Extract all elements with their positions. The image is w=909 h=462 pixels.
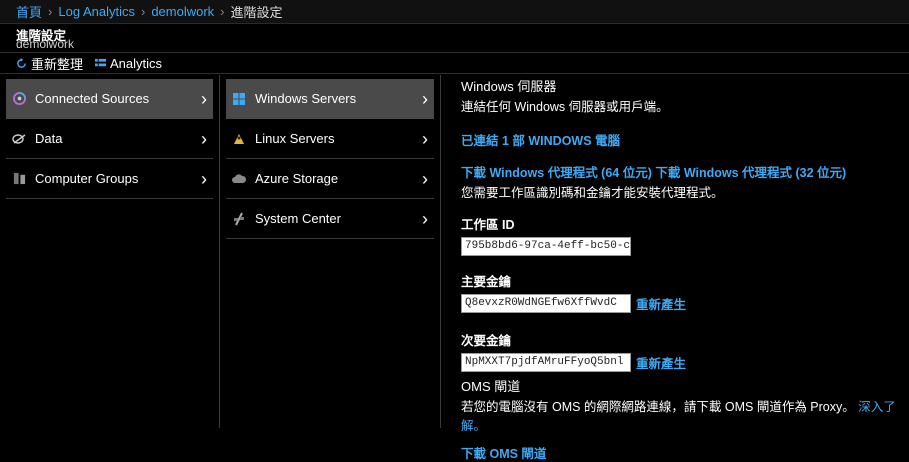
secondary-key-field[interactable]: NpMXXT7pjdfAMruFFyoQ5bnl (461, 353, 631, 372)
windows-icon (232, 92, 246, 106)
nav-item-data[interactable]: Data › (6, 119, 213, 159)
breadcrumb-separator: › (140, 4, 146, 19)
nav-item-label: Windows Servers (255, 91, 357, 106)
refresh-button[interactable]: 重新整理 (16, 54, 83, 73)
chevron-right-icon: › (422, 209, 428, 229)
oms-gateway-description: 若您的電腦沒有 OMS 的網際網路連線，請下載 OMS 閘道作為 Proxy。 … (461, 396, 901, 434)
breadcrumb-home[interactable]: 首頁 (16, 2, 42, 21)
linux-icon (232, 132, 246, 146)
breadcrumb-workspace[interactable]: demolwork (151, 4, 214, 19)
nav-item-label: Data (35, 131, 63, 146)
nav-item-label: System Center (255, 211, 341, 226)
nav-item-connected-sources[interactable]: Connected Sources › (6, 79, 213, 119)
refresh-icon (17, 57, 26, 68)
connected-computers-link[interactable]: 已連結 1 部 WINDOWS 電腦 (461, 134, 620, 148)
download-agent-64-link[interactable]: 下載 Windows 代理程式 (64 位元) (461, 166, 652, 180)
chevron-right-icon: › (422, 129, 428, 149)
analytics-icon (95, 58, 107, 66)
analytics-button[interactable]: Analytics (95, 56, 162, 71)
chevron-right-icon: › (201, 89, 207, 109)
nav-item-windows-servers[interactable]: Windows Servers › (226, 79, 434, 119)
data-icon (12, 132, 26, 146)
nav-item-azure-storage[interactable]: Azure Storage › (226, 159, 434, 199)
chevron-right-icon: › (201, 169, 207, 189)
page-subtitle: demolwork (16, 37, 75, 51)
breadcrumb: 首頁 › Log Analytics › demolwork › 進階設定 (0, 0, 909, 24)
detail-heading: Windows 伺服器 (461, 79, 557, 94)
breadcrumb-current: 進階設定 (230, 5, 283, 20)
regenerate-secondary-key-button[interactable]: 重新產生 (636, 353, 686, 372)
nav-item-label: Linux Servers (255, 131, 335, 146)
breadcrumb-log-analytics[interactable]: Log Analytics (58, 4, 135, 19)
nav-item-computer-groups[interactable]: Computer Groups › (6, 159, 213, 199)
chevron-right-icon: › (422, 89, 428, 109)
install-note: 您需要工作區識別碼和金鑰才能安裝代理程式。 (461, 186, 724, 200)
nav-item-label: Connected Sources (35, 91, 150, 106)
download-oms-gateway-link[interactable]: 下載 OMS 閘道 (461, 447, 546, 461)
secondary-key-label: 次要金鑰 (461, 334, 512, 348)
blade-header: 進階設定 demolwork (0, 25, 909, 53)
breadcrumb-separator: › (48, 4, 53, 19)
connected-sources-pane: Windows Servers › Linux Servers › Azure … (220, 75, 441, 428)
settings-nav-pane: Connected Sources › Data › Computer Grou… (0, 75, 220, 428)
chevron-right-icon: › (422, 169, 428, 189)
chevron-right-icon: › (201, 129, 207, 149)
cloud-icon (232, 172, 246, 186)
primary-key-field[interactable]: Q8evxzR0WdNGEfw6XffWvdC (461, 294, 631, 313)
nav-item-linux-servers[interactable]: Linux Servers › (226, 119, 434, 159)
nav-item-label: Computer Groups (35, 171, 139, 186)
nav-item-system-center[interactable]: System Center › (226, 199, 434, 239)
workspace-id-field[interactable]: 795b8bd6-97ca-4eff-bc50-c (461, 237, 631, 256)
analytics-label: Analytics (110, 55, 163, 71)
primary-key-label: 主要金鑰 (461, 275, 512, 289)
detail-description: 連結任何 Windows 伺服器或用戶端。 (461, 100, 669, 114)
nav-item-label: Azure Storage (255, 171, 339, 186)
connected-sources-icon (12, 92, 26, 106)
download-agent-32-link[interactable]: 下載 Windows 代理程式 (32 位元) (655, 166, 846, 180)
windows-servers-detail: Windows 伺服器 連結任何 Windows 伺服器或用戶端。 已連結 1 … (461, 75, 901, 462)
regenerate-primary-key-button[interactable]: 重新產生 (636, 294, 686, 313)
computer-groups-icon (12, 172, 26, 186)
command-bar: 重新整理 Analytics (0, 53, 909, 74)
refresh-label: 重新整理 (31, 56, 84, 72)
oms-gateway-text: 若您的電腦沒有 OMS 的網際網路連線，請下載 OMS 閘道作為 Proxy。 (461, 400, 855, 414)
workspace-id-label: 工作區 ID (461, 218, 515, 232)
breadcrumb-separator: › (220, 4, 225, 19)
oms-gateway-heading: OMS 閘道 (461, 379, 521, 394)
system-center-icon (232, 212, 246, 226)
